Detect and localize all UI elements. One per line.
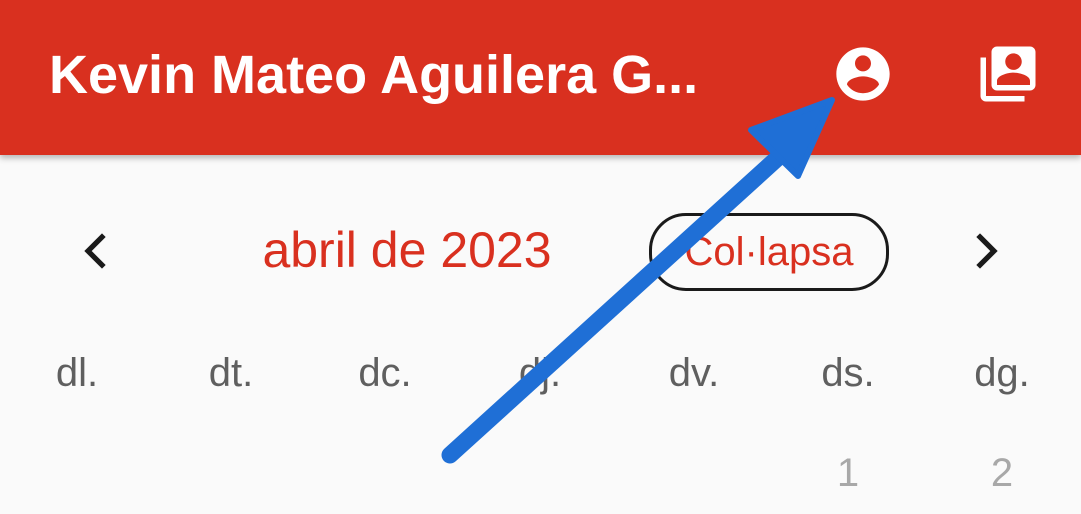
month-navigation: abril de 2023 Col·lapsa <box>0 205 1081 295</box>
collapse-button[interactable]: Col·lapsa <box>649 213 889 291</box>
weekday-label: dt. <box>208 351 254 395</box>
previous-month-button[interactable] <box>70 221 122 281</box>
weekday-label: dv. <box>668 351 720 395</box>
weekday-label: dl. <box>55 351 99 395</box>
calendar-week-row: 1 2 <box>0 445 1081 505</box>
weekday-label: dg. <box>974 351 1030 395</box>
weekday-label: dc. <box>358 351 412 395</box>
account-circle-icon <box>836 47 890 101</box>
app-bar: Kevin Mateo Aguilera G... <box>0 0 1081 155</box>
calendar-day[interactable]: 1 <box>808 445 888 501</box>
next-month-button[interactable] <box>960 221 1012 281</box>
calendar-day[interactable]: 2 <box>962 445 1042 501</box>
chevron-right-icon <box>976 233 998 269</box>
app-bar-title: Kevin Mateo Aguilera G... <box>49 45 699 105</box>
chevron-left-icon <box>84 233 106 269</box>
contacts-button[interactable] <box>968 36 1048 112</box>
weekday-label: dj. <box>518 351 562 395</box>
contacts-stack-icon <box>980 46 1036 102</box>
weekday-label: ds. <box>821 351 875 395</box>
profile-button[interactable] <box>822 36 904 112</box>
month-title: abril de 2023 <box>262 222 552 278</box>
weekday-header: dl. dt. dc. dj. dv. ds. dg. <box>0 345 1081 405</box>
